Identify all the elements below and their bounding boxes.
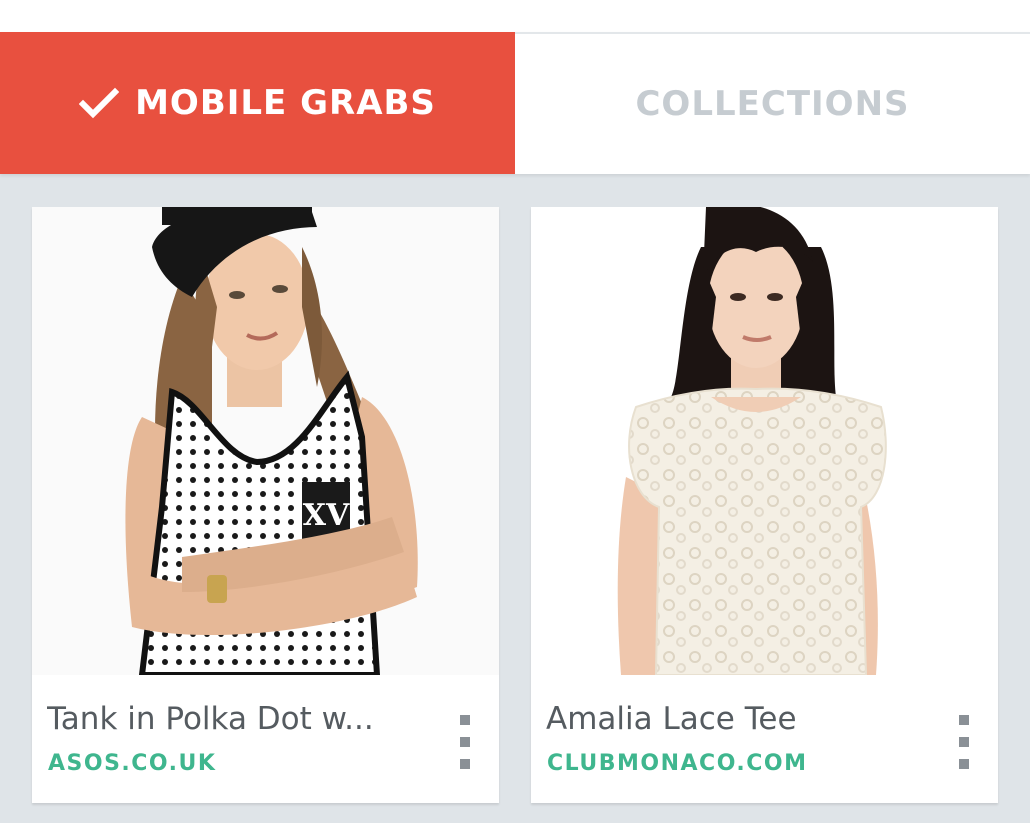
product-grid: XV Tank in Polka Dot w... ASOS.CO.UK Ama… xyxy=(32,207,998,805)
tab-mobile-grabs[interactable]: MOBILE GRABS xyxy=(0,32,515,174)
more-vertical-icon[interactable] xyxy=(459,715,471,769)
check-icon xyxy=(79,87,120,119)
product-info: Amalia Lace Tee CLUBMONACO.COM xyxy=(531,675,998,803)
svg-text:XV: XV xyxy=(303,498,350,533)
product-title[interactable]: Amalia Lace Tee xyxy=(546,701,926,737)
product-info: Tank in Polka Dot w... ASOS.CO.UK xyxy=(32,675,499,803)
woman-in-lace-tee-photo xyxy=(531,207,998,675)
product-card[interactable]: Amalia Lace Tee CLUBMONACO.COM xyxy=(531,207,998,803)
tab-label: MOBILE GRABS xyxy=(135,83,436,123)
product-title[interactable]: Tank in Polka Dot w... xyxy=(47,701,427,737)
tab-bar: MOBILE GRABS COLLECTIONS xyxy=(0,32,1030,174)
product-image[interactable] xyxy=(531,207,998,675)
tab-collections[interactable]: COLLECTIONS xyxy=(515,34,1030,174)
product-source-link[interactable]: CLUBMONACO.COM xyxy=(547,751,808,776)
product-card[interactable]: XV Tank in Polka Dot w... ASOS.CO.UK xyxy=(32,207,499,803)
product-source-link[interactable]: ASOS.CO.UK xyxy=(48,751,216,776)
more-vertical-icon[interactable] xyxy=(958,715,970,769)
top-strip xyxy=(0,0,1030,32)
product-image[interactable]: XV xyxy=(32,207,499,675)
woman-in-polka-dot-tank-photo: XV xyxy=(32,207,499,675)
tab-label: COLLECTIONS xyxy=(635,84,910,124)
